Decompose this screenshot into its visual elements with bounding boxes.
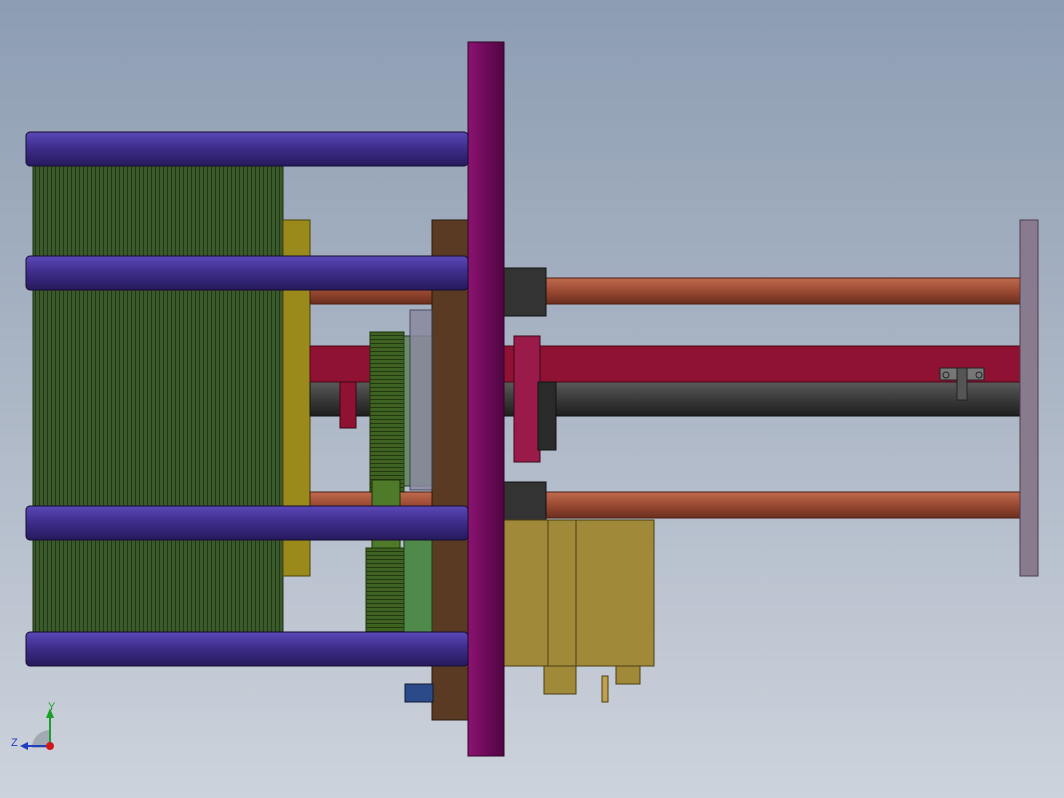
coordinate-triad: Y Z (11, 701, 56, 750)
y-axis-label: Y (48, 701, 56, 713)
heat-sink-block[interactable] (32, 164, 284, 634)
cad-viewport[interactable]: Y Z (0, 0, 1064, 798)
end-plate[interactable] (1019, 219, 1039, 577)
x-axis-point (46, 742, 54, 750)
servo-motor[interactable] (503, 519, 655, 703)
frame-plate[interactable] (467, 41, 505, 757)
z-axis-label: Z (11, 737, 18, 749)
connector-block[interactable] (404, 683, 434, 703)
assembly-model[interactable]: Y Z (0, 0, 1064, 798)
